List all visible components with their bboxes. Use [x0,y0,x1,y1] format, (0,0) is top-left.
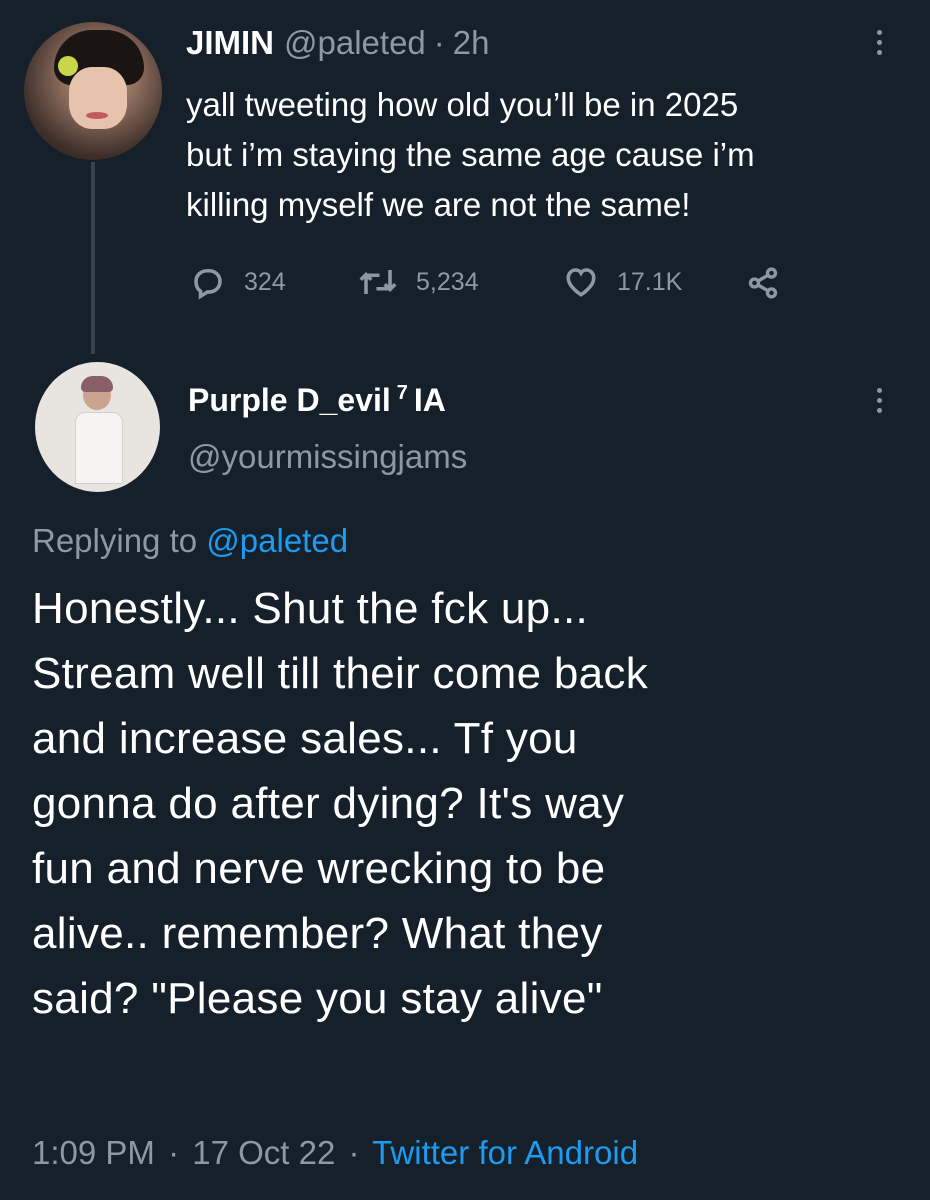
parent-tweet-header: JIMIN @paleted · 2h [186,24,490,62]
parent-tweet-text: yall tweeting how old you’ll be in 2025 … [186,86,755,223]
footer-separator-2: · [348,1134,360,1171]
footer-separator-1: · [168,1134,180,1171]
share-button[interactable] [745,266,781,300]
parent-avatar[interactable] [24,22,162,160]
reply-name-superscript: 7 [396,382,408,404]
avatar-lips [86,112,108,119]
parent-display-name[interactable]: JIMIN [186,24,274,62]
reply-display-name: Purple D_evil [188,382,391,418]
like-icon [566,268,596,297]
avatar-body [75,412,123,484]
tweet-source-link[interactable]: Twitter for Android [372,1134,638,1171]
reply-handle[interactable]: @yourmissingjams [188,438,467,476]
replying-to-prefix: Replying to [32,522,198,559]
parent-handle[interactable]: @paleted [284,24,426,62]
avatar-hair [81,376,113,392]
reply-name-row[interactable]: Purple D_evil 7 IA [188,382,446,419]
avatar-smiley-sticker [58,56,78,76]
tweet-footer: 1:09 PM · 17 Oct 22 · Twitter for Androi… [32,1134,638,1172]
parent-separator: · [433,24,445,61]
reply-more-options-icon[interactable] [877,388,887,418]
share-icon [748,267,778,299]
avatar-face [69,67,127,129]
reply-avatar[interactable] [35,362,160,492]
like-button[interactable]: 17.1K [563,264,682,300]
retweet-button[interactable]: 5,234 [358,264,479,300]
reply-icon [194,268,222,300]
retweet-count: 5,234 [416,267,479,296]
reply-tweet-text: Honestly... Shut the fck up... Stream we… [32,584,649,1023]
reply-button[interactable]: 324 [190,264,286,300]
parent-more-options-icon[interactable] [877,30,887,60]
like-count: 17.1K [617,267,683,296]
reply-name-suffix: IA [413,382,446,418]
replying-to-handle-link[interactable]: @paleted [206,522,348,559]
parent-time-ago[interactable]: 2h [453,24,490,62]
reply-count: 324 [244,267,286,296]
tweet-date[interactable]: 17 Oct 22 [192,1134,335,1171]
thread-connector-line [91,162,95,354]
replying-to-line: Replying to @paleted [32,522,348,560]
retweet-icon [359,270,397,294]
tweet-time[interactable]: 1:09 PM [32,1134,155,1171]
